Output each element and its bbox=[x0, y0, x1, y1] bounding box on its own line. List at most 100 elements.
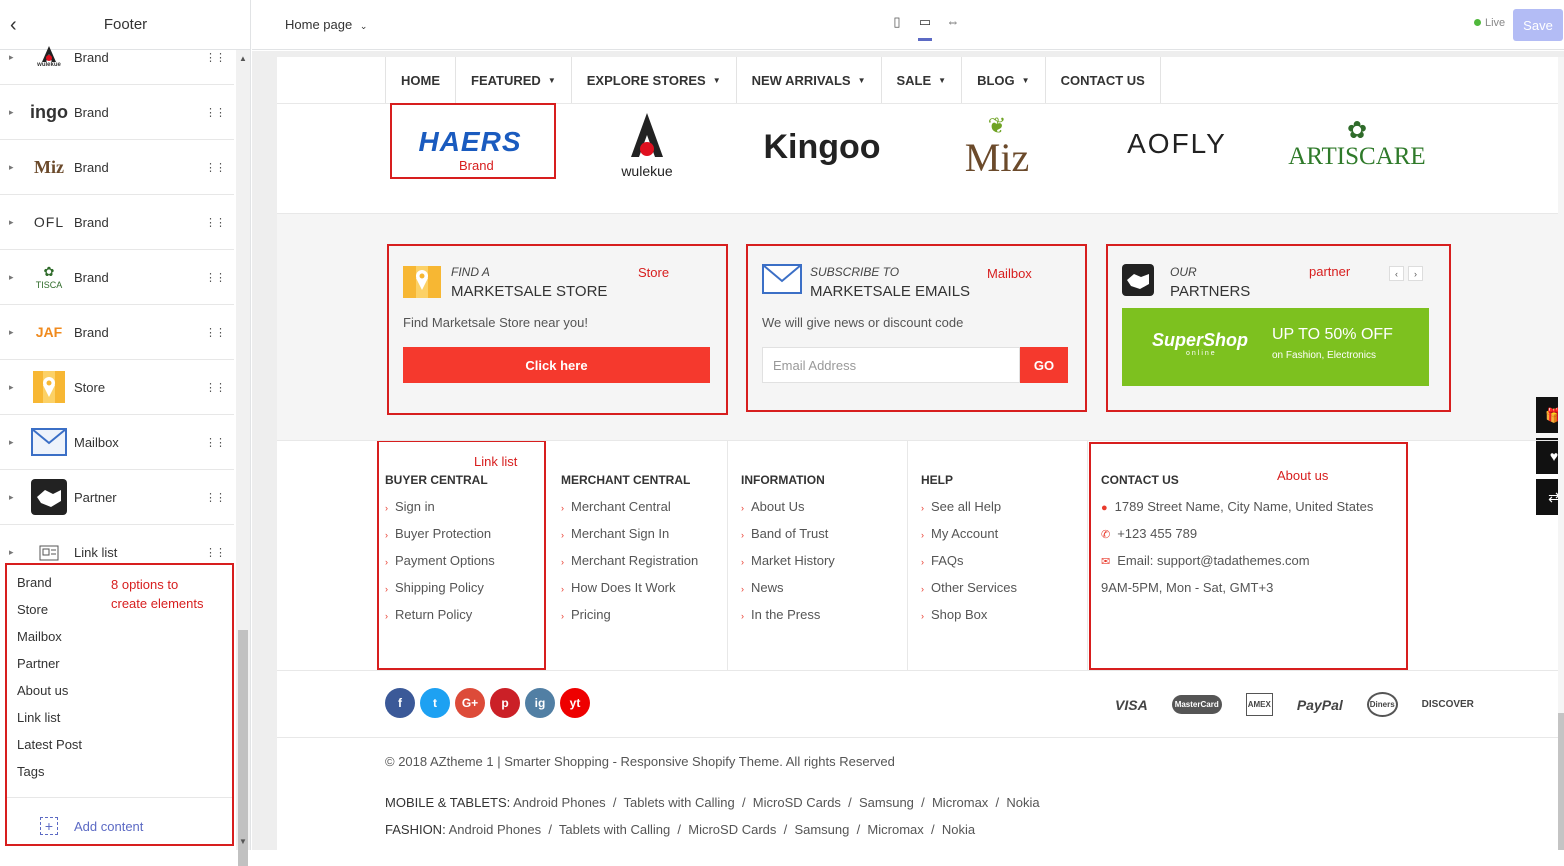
drag-handle-icon[interactable]: ⋮⋮ bbox=[205, 436, 226, 449]
nav-new-arrivals[interactable]: NEW ARRIVALS ▼ bbox=[737, 57, 882, 103]
brand-logo-kingoo[interactable]: Kingoo bbox=[747, 127, 897, 167]
nav-explore-stores[interactable]: EXPLORE STORES ▼ bbox=[572, 57, 737, 103]
add-option-link-list[interactable]: Link list bbox=[17, 710, 60, 725]
link-text: News bbox=[751, 580, 784, 595]
footer-link[interactable]: › Merchant Central bbox=[561, 499, 671, 514]
instagram-icon[interactable]: ig bbox=[525, 688, 555, 718]
footer-link[interactable]: › Merchant Registration bbox=[561, 553, 698, 568]
drag-handle-icon[interactable]: ⋮⋮ bbox=[205, 491, 226, 504]
scrollbar-thumb[interactable] bbox=[238, 630, 248, 866]
scroll-up-icon[interactable]: ▲ bbox=[239, 54, 247, 63]
nav-contact-us[interactable]: CONTACT US bbox=[1046, 57, 1161, 103]
annotation-line: 8 options to bbox=[111, 577, 179, 592]
nav-blog[interactable]: BLOG ▼ bbox=[962, 57, 1046, 103]
brand-logo-text: ARTISCARE bbox=[1288, 143, 1426, 170]
nav-sale[interactable]: SALE ▼ bbox=[882, 57, 963, 103]
scrollbar-thumb[interactable] bbox=[1558, 713, 1564, 850]
block-item-brand-jaf[interactable]: ▸ JAF Brand ⋮⋮ bbox=[0, 305, 234, 360]
bullet-icon: › bbox=[561, 557, 564, 567]
footer-link[interactable]: › See all Help bbox=[921, 499, 1001, 514]
nav-home[interactable]: HOME bbox=[386, 57, 456, 103]
link-text: How Does It Work bbox=[571, 580, 676, 595]
annotation-label-brand: Brand bbox=[459, 158, 494, 173]
handshake-icon bbox=[30, 478, 68, 516]
drag-handle-icon[interactable]: ⋮⋮ bbox=[205, 381, 226, 394]
wulekue-mark-icon bbox=[631, 113, 663, 157]
save-button[interactable]: Save bbox=[1513, 9, 1563, 41]
brand-thumbnail: JAF bbox=[35, 324, 63, 340]
brand-logo-wulekue[interactable]: wulekue bbox=[607, 107, 687, 185]
tag-row-links[interactable]: Android Phones / Tablets with Calling / … bbox=[449, 822, 975, 837]
brand-logo-miz[interactable]: ❦ Miz bbox=[957, 111, 1037, 183]
add-option-about-us[interactable]: About us bbox=[17, 683, 68, 698]
sidebar-scrollbar[interactable]: ▲ ▼ bbox=[236, 50, 250, 866]
add-option-mailbox[interactable]: Mailbox bbox=[17, 629, 62, 644]
caret-right-icon[interactable]: ▸ bbox=[9, 107, 14, 118]
amex-icon: AMEX bbox=[1245, 693, 1273, 716]
footer-link[interactable]: › Merchant Sign In bbox=[561, 526, 669, 541]
footer-link[interactable]: › FAQs bbox=[921, 553, 964, 568]
caret-right-icon[interactable]: ▸ bbox=[9, 162, 14, 173]
divider bbox=[7, 797, 232, 798]
footer-link[interactable]: › Pricing bbox=[561, 607, 611, 622]
add-option-brand[interactable]: Brand bbox=[17, 575, 52, 590]
caret-right-icon[interactable]: ▸ bbox=[9, 547, 14, 558]
fullscreen-view-icon[interactable]: ⇔ bbox=[946, 14, 960, 41]
brand-logo-artiscare[interactable]: ✿ ARTISCARE bbox=[1277, 113, 1437, 177]
social-links: f t G+ p ig yt bbox=[385, 688, 590, 718]
caret-right-icon[interactable]: ▸ bbox=[9, 492, 14, 503]
add-content-button[interactable]: + Add content bbox=[40, 817, 143, 835]
add-option-partner[interactable]: Partner bbox=[17, 656, 60, 671]
drag-handle-icon[interactable]: ⋮⋮ bbox=[205, 216, 226, 229]
page-selector[interactable]: Home page ⌄ bbox=[285, 17, 367, 32]
nav-featured[interactable]: FEATURED ▼ bbox=[456, 57, 572, 103]
caret-right-icon[interactable]: ▸ bbox=[9, 437, 14, 448]
add-option-latest-post[interactable]: Latest Post bbox=[17, 737, 82, 752]
drag-handle-icon[interactable]: ⋮⋮ bbox=[205, 546, 226, 559]
link-text: Pricing bbox=[571, 607, 611, 622]
brand-logo-aofly[interactable]: AOFLY bbox=[1117, 128, 1237, 159]
footer-link[interactable]: › Other Services bbox=[921, 580, 1017, 595]
twitter-icon[interactable]: t bbox=[420, 688, 450, 718]
add-option-tags[interactable]: Tags bbox=[17, 764, 44, 779]
tag-row-links[interactable]: Android Phones / Tablets with Calling / … bbox=[513, 795, 1039, 810]
caret-right-icon[interactable]: ▸ bbox=[9, 382, 14, 393]
footer-link[interactable]: › Market History bbox=[741, 553, 835, 568]
drag-handle-icon[interactable]: ⋮⋮ bbox=[205, 106, 226, 119]
block-item-brand-aofly[interactable]: ▸ OFL Brand ⋮⋮ bbox=[0, 195, 234, 250]
block-item-partner[interactable]: ▸ Partner ⋮⋮ bbox=[0, 470, 234, 525]
youtube-icon[interactable]: yt bbox=[560, 688, 590, 718]
annotation-box-store bbox=[387, 244, 728, 415]
drag-handle-icon[interactable]: ⋮⋮ bbox=[205, 271, 226, 284]
block-item-brand-ingo[interactable]: ▸ ingo Brand ⋮⋮ bbox=[0, 85, 234, 140]
scroll-down-icon[interactable]: ▼ bbox=[239, 837, 247, 846]
block-item-brand-wulekue[interactable]: ▸ wulekue Brand ⋮⋮ bbox=[0, 30, 234, 85]
caret-right-icon[interactable]: ▸ bbox=[9, 272, 14, 283]
caret-right-icon[interactable]: ▸ bbox=[9, 217, 14, 228]
google-plus-icon[interactable]: G+ bbox=[455, 688, 485, 718]
block-item-mailbox[interactable]: ▸ Mailbox ⋮⋮ bbox=[0, 415, 234, 470]
footer-link[interactable]: › News bbox=[741, 580, 784, 595]
footer-link[interactable]: › About Us bbox=[741, 499, 804, 514]
facebook-icon[interactable]: f bbox=[385, 688, 415, 718]
block-item-brand-miz[interactable]: ▸ Miz Brand ⋮⋮ bbox=[0, 140, 234, 195]
drag-handle-icon[interactable]: ⋮⋮ bbox=[205, 326, 226, 339]
block-item-brand-artiscare[interactable]: ▸ ✿ TISCA Brand ⋮⋮ bbox=[0, 250, 234, 305]
caret-right-icon[interactable]: ▸ bbox=[9, 327, 14, 338]
caret-right-icon[interactable]: ▸ bbox=[9, 52, 14, 63]
pinterest-icon[interactable]: p bbox=[490, 688, 520, 718]
block-label: Brand bbox=[74, 159, 109, 175]
desktop-view-icon[interactable]: ▭ bbox=[918, 14, 932, 41]
footer-link[interactable]: › How Does It Work bbox=[561, 580, 676, 595]
footer-link[interactable]: › Band of Trust bbox=[741, 526, 828, 541]
block-item-store[interactable]: ▸ Store ⋮⋮ bbox=[0, 360, 234, 415]
footer-link[interactable]: › In the Press bbox=[741, 607, 820, 622]
footer-link[interactable]: › My Account bbox=[921, 526, 998, 541]
add-option-store[interactable]: Store bbox=[17, 602, 48, 617]
preview-scrollbar[interactable] bbox=[1558, 57, 1564, 850]
drag-handle-icon[interactable]: ⋮⋮ bbox=[205, 161, 226, 174]
drag-handle-icon[interactable]: ⋮⋮ bbox=[205, 51, 226, 64]
footer-link[interactable]: › Shop Box bbox=[921, 607, 987, 622]
annotation-line: create elements bbox=[111, 596, 204, 611]
mobile-view-icon[interactable]: ▯ bbox=[890, 14, 904, 41]
